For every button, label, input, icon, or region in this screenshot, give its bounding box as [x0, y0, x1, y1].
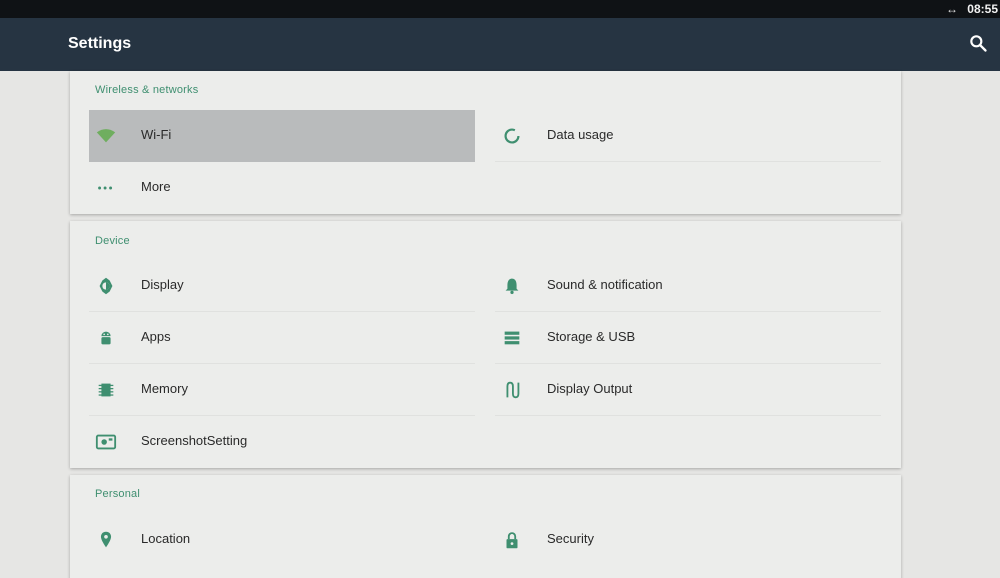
settings-item-label: Security — [547, 531, 594, 546]
settings-item-label: Storage & USB — [547, 329, 636, 344]
settings-item-screenshot-setting[interactable]: ScreenshotSetting — [89, 416, 475, 468]
cable-icon — [506, 381, 520, 399]
lock-icon — [506, 532, 518, 549]
settings-item-display[interactable]: Display — [89, 260, 475, 312]
status-bar: ↔ 08:55 — [0, 0, 1000, 18]
more-dots-icon — [98, 186, 113, 190]
data-usage-icon — [504, 128, 520, 144]
settings-item-label: Wi-Fi — [141, 127, 172, 142]
bell-icon — [505, 278, 519, 295]
location-pin-icon — [100, 531, 112, 548]
settings-item-label: Display — [141, 277, 184, 292]
settings-item-label: More — [141, 179, 171, 194]
settings-item-label: Display Output — [547, 381, 633, 396]
settings-item-sound-notification[interactable]: Sound & notification — [495, 260, 881, 312]
settings-item-location[interactable]: Location — [89, 514, 475, 566]
status-time: 08:55 — [967, 2, 998, 16]
settings-item-data-usage[interactable]: Data usage — [495, 110, 881, 162]
wifi-icon — [96, 129, 116, 143]
settings-item-label: Apps — [141, 329, 171, 344]
search-icon[interactable] — [968, 33, 988, 53]
settings-item-memory[interactable]: Memory — [89, 364, 475, 416]
device-card: Device Display Sound & notification Apps — [70, 221, 901, 468]
android-icon — [101, 331, 111, 345]
memory-chip-icon — [98, 383, 114, 397]
section-header-personal: Personal — [95, 488, 141, 500]
personal-card: Personal Location Security — [70, 475, 901, 578]
settings-item-label: Data usage — [547, 127, 614, 142]
settings-item-display-output[interactable]: Display Output — [495, 364, 881, 416]
screenshot-icon — [95, 434, 117, 450]
page-title: Settings — [68, 35, 132, 52]
swap-horizontal-icon: ↔ — [946, 2, 958, 16]
section-header-wireless: Wireless & networks — [95, 84, 199, 96]
storage-icon — [504, 331, 520, 345]
settings-item-security[interactable]: Security — [495, 514, 881, 566]
section-header-device: Device — [95, 235, 130, 247]
settings-item-storage-usb[interactable]: Storage & USB — [495, 312, 881, 364]
settings-item-apps[interactable]: Apps — [89, 312, 475, 364]
divider — [495, 415, 881, 416]
settings-item-more[interactable]: More — [89, 162, 475, 214]
wireless-networks-card: Wireless & networks Wi-Fi Data usage Mor… — [70, 71, 901, 214]
app-bar: Settings — [0, 18, 1000, 71]
divider — [495, 161, 881, 162]
brightness-icon — [99, 277, 113, 295]
settings-item-label: Sound & notification — [547, 277, 663, 292]
settings-item-label: ScreenshotSetting — [141, 433, 248, 448]
settings-item-label: Location — [141, 531, 191, 546]
settings-item-wifi[interactable]: Wi-Fi — [89, 110, 475, 162]
settings-item-label: Memory — [141, 381, 188, 396]
